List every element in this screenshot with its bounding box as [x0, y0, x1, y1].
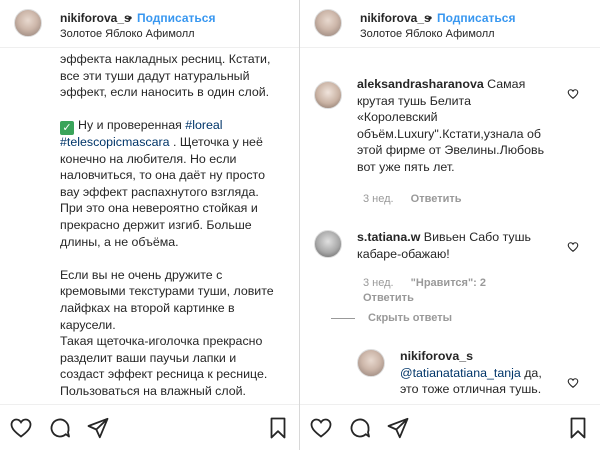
comment-meta: 3 нед. Ответить: [363, 193, 462, 205]
heart-icon[interactable]: [9, 416, 33, 440]
caption-fragment: . Щеточка у неё: [169, 134, 263, 149]
comment-item: aleksandrasharanova Самая крутая тушь Бе…: [357, 76, 577, 176]
share-icon[interactable]: [86, 416, 110, 440]
caption-line: Такая щеточка-иголочка прекрасно: [60, 334, 263, 349]
post-header: nikiforova_s • Подписаться Золотое Яблок…: [300, 0, 600, 48]
caption-line: лайфках на второй картинке в: [60, 300, 235, 315]
comment-text: кабаре-обажаю!: [357, 246, 450, 261]
hashtag-link[interactable]: #loreal: [185, 118, 222, 132]
caption-line: эффект, если наносить в один слой.: [60, 85, 270, 100]
caption-line: разделит ваши паучьи лапки и: [60, 350, 237, 365]
action-bar: [0, 404, 300, 450]
hashtag-link[interactable]: #telescopicmascara: [60, 135, 170, 149]
caption-line: карусели.: [60, 317, 116, 332]
hide-replies-button[interactable]: Скрыть ответы: [368, 312, 452, 324]
username-link[interactable]: nikiforova_s: [360, 11, 431, 25]
caption-line: кремовыми текстурами туши, ловите: [60, 284, 274, 299]
like-comment-heart-icon[interactable]: [567, 241, 579, 253]
separator-dot: •: [128, 11, 133, 25]
hide-replies-label[interactable]: Скрыть ответы: [368, 312, 452, 324]
comment-item: nikiforova_s @tatianatatiana_tanja да, э…: [400, 348, 580, 398]
comment-username[interactable]: nikiforova_s: [400, 349, 473, 363]
comment-item: s.tatiana.w Вивьен Сабо тушь кабаре-обаж…: [357, 229, 577, 262]
caption-line: длины, а не объёма.: [60, 234, 179, 249]
likes-count[interactable]: "Нравится": 2: [411, 277, 486, 289]
caption-line: прекрасно держит изгиб. Больше: [60, 217, 252, 232]
caption-line: Если вы не очень дружите с: [60, 267, 223, 282]
location-link[interactable]: Золотое Яблоко Афимолл: [360, 28, 495, 40]
reply-button[interactable]: Ответить: [411, 193, 462, 205]
comment-text: да,: [520, 365, 542, 380]
comment-meta: 3 нед. "Нравится": 2: [363, 277, 486, 289]
comment-username[interactable]: aleksandrasharanova: [357, 77, 484, 91]
comment-text: вот уже пять лет.: [357, 159, 455, 174]
caption-line: ✓ Ну и проверенная #loreal: [60, 117, 294, 136]
comment-icon[interactable]: [48, 416, 72, 440]
share-icon[interactable]: [386, 416, 410, 440]
avatar[interactable]: [314, 9, 342, 37]
separator-dot: •: [428, 11, 433, 25]
comment-text: крутая тушь Белита: [357, 93, 471, 108]
replies-divider-line: [331, 318, 355, 319]
avatar[interactable]: [314, 81, 342, 109]
like-comment-heart-icon[interactable]: [567, 377, 579, 389]
mention-link[interactable]: @tatianatatiana_tanja: [400, 366, 521, 380]
caption-text: эффекта накладных ресниц. Кстати, все эт…: [60, 51, 294, 399]
caption-line: вау эффект распахнутого взгляда.: [60, 184, 259, 199]
comment-text: это тоже отличная тушь.: [400, 382, 542, 397]
comment-timestamp: 3 нед.: [363, 193, 394, 205]
comment-text: Вивьен Сабо тушь: [420, 230, 532, 244]
location-link[interactable]: Золотое Яблоко Афимолл: [60, 28, 195, 40]
comment-icon[interactable]: [348, 416, 372, 440]
follow-button[interactable]: Подписаться: [437, 11, 515, 25]
post-caption-panel: nikiforova_s • Подписаться Золотое Яблок…: [0, 0, 300, 450]
comment-timestamp: 3 нед.: [363, 277, 394, 289]
avatar[interactable]: [14, 9, 42, 37]
comment-text: объём.Luxury".Кстати,узнала об: [357, 126, 541, 141]
comment-text: этой фирме от Эвелины.Любовь: [357, 143, 545, 158]
caption-line: Пользоваться на влажный слой.: [60, 383, 246, 398]
follow-button[interactable]: Подписаться: [137, 11, 215, 25]
heart-icon[interactable]: [309, 416, 333, 440]
bookmark-icon[interactable]: [566, 416, 590, 440]
post-header: nikiforova_s • Подписаться Золотое Яблок…: [0, 0, 300, 48]
comment-text: Самая: [483, 77, 526, 91]
comment-text: «Королевский: [357, 110, 438, 125]
comment-username[interactable]: s.tatiana.w: [357, 230, 420, 244]
action-bar: [300, 404, 600, 450]
caption-line: создаст эффект ресница к реснице.: [60, 367, 268, 382]
like-comment-heart-icon[interactable]: [567, 88, 579, 100]
username-link[interactable]: nikiforova_s: [60, 11, 131, 25]
avatar[interactable]: [314, 230, 342, 258]
caption-line: наловчиться, то она даёт ну просто: [60, 168, 265, 183]
caption-line: При это она невероятно стойкая и: [60, 201, 258, 216]
caption-line: конечно на любителя. Но если: [60, 151, 237, 166]
avatar[interactable]: [357, 349, 385, 377]
bookmark-icon[interactable]: [266, 416, 290, 440]
caption-line: эффекта накладных ресниц. Кстати,: [60, 52, 271, 66]
caption-line: #telescopicmascara . Щеточка у неё: [60, 134, 294, 151]
reply-button[interactable]: Ответить: [363, 292, 414, 304]
caption-line: все эти туши дадут натуральный: [60, 68, 250, 83]
caption-fragment: Ну и проверенная: [78, 118, 186, 133]
comment-meta: Ответить: [363, 292, 414, 304]
